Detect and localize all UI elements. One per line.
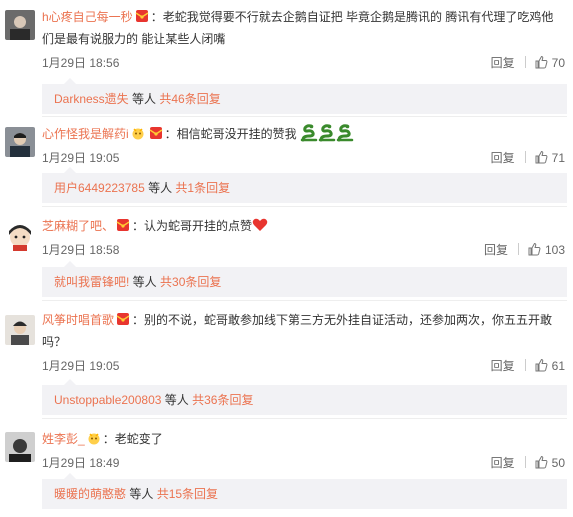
sub-replies-box[interactable]: 用户6449223785 等人 共1条回复 [42, 167, 567, 203]
comment-divider [42, 300, 567, 301]
comment-time: 1月29日 18:56 [42, 56, 120, 70]
avatar[interactable] [5, 221, 35, 251]
sub-reply-middle: 等人 [161, 393, 193, 407]
comment-body: 芝麻糊了吧、 ：认为蛇哥开挂的点赞 1月29日 18:58 回复 103 [42, 215, 565, 260]
comment-divider [42, 116, 567, 117]
reply-button[interactable]: 回复 [491, 453, 515, 473]
comment-time: 1月29日 19:05 [42, 359, 120, 373]
divider [524, 56, 526, 68]
thumbs-up-icon[interactable] [534, 358, 548, 372]
sub-reply-middle: 等人 [144, 181, 176, 195]
comment-actions: 回复 103 [484, 240, 565, 260]
pointer-triangle [64, 78, 76, 84]
comment-meta: 1月29日 18:58 回复 103 [42, 240, 565, 260]
sub-reply-username[interactable]: 暖暖的萌憨憨 [54, 487, 126, 501]
username-link[interactable]: 芝麻糊了吧、 [42, 219, 114, 233]
reply-button[interactable]: 回复 [491, 356, 515, 376]
like-count: 103 [544, 243, 565, 257]
comment-time: 1月29日 18:49 [42, 456, 120, 470]
sub-replies-box[interactable]: 就叫我雷锋吧! 等人 共30条回复 [42, 261, 567, 297]
comment-meta: 1月29日 18:49 回复 50 [42, 453, 565, 473]
sub-reply-total-link[interactable]: 共15条回复 [157, 487, 218, 501]
comment-text-line: 风筝时唱首歌 ：别的不说，蛇哥敢参加线下第三方无外挂自证活动，还参加两次，你五五开… [42, 309, 565, 353]
reply-button[interactable]: 回复 [491, 53, 515, 73]
comment-content: ：老蛇变了 [102, 432, 163, 446]
heart-emoji-icon [252, 217, 268, 231]
sub-reply-username[interactable]: Darkness遗失 [54, 92, 129, 106]
sub-reply-middle: 等人 [128, 92, 160, 106]
comment-actions: 回复 50 [491, 453, 565, 473]
divider [524, 456, 526, 468]
comment-body: h心疼自己每一秒 ：老蛇我觉得要不行就去企鹅自证把 毕竟企鹅是腾讯的 腾讯有代理了… [42, 6, 565, 73]
divider [517, 243, 519, 255]
avatar[interactable] [5, 432, 35, 462]
snake-emoji-icon [300, 124, 318, 142]
sub-reply-username[interactable]: Unstoppable200803 [54, 393, 161, 407]
sub-reply-username[interactable]: 就叫我雷锋吧! [54, 275, 129, 289]
snake-emoji-icon [318, 124, 336, 142]
pointer-triangle [64, 167, 76, 173]
sub-reply-total-link[interactable]: 共46条回复 [159, 92, 220, 106]
comment-divider [42, 206, 567, 207]
comment-text-line: 心作怪我是解药i ：相信蛇哥没开挂的赞我 [42, 123, 565, 145]
comment-actions: 回复 71 [491, 148, 565, 168]
comment-body: 心作怪我是解药i ：相信蛇哥没开挂的赞我 1月29日 19:05 回复 71 [42, 123, 565, 168]
comment-text-line: h心疼自己每一秒 ：老蛇我觉得要不行就去企鹅自证把 毕竟企鹅是腾讯的 腾讯有代理了… [42, 6, 565, 50]
sub-replies-box[interactable]: Darkness遗失 等人 共46条回复 [42, 78, 567, 114]
sub-reply-middle: 等人 [129, 275, 161, 289]
comment-body: 风筝时唱首歌 ：别的不说，蛇哥敢参加线下第三方无外挂自证活动，还参加两次，你五五开… [42, 309, 565, 376]
comment-meta: 1月29日 19:05 回复 61 [42, 356, 565, 376]
thumbs-up-icon[interactable] [534, 455, 548, 469]
avatar[interactable] [5, 315, 35, 345]
comment-time: 1月29日 19:05 [42, 151, 120, 165]
divider [524, 359, 526, 371]
sub-reply-middle: 等人 [126, 487, 157, 501]
username-link[interactable]: 姓李彭_ [42, 432, 85, 446]
pointer-triangle [64, 473, 76, 479]
username-link[interactable]: h心疼自己每一秒 [42, 10, 133, 24]
comment-content: ：相信蛇哥没开挂的赞我 [164, 127, 297, 141]
reply-button[interactable]: 回复 [491, 148, 515, 168]
fan-badge-icon [87, 430, 101, 445]
comment-time: 1月29日 18:58 [42, 243, 120, 257]
like-count: 70 [551, 56, 565, 70]
thumbs-up-icon[interactable] [527, 242, 541, 256]
red-envelope-badge-icon [135, 8, 149, 22]
username-link[interactable]: 心作怪我是解药i [42, 127, 129, 141]
comment-divider [42, 418, 567, 419]
like-count: 61 [551, 359, 565, 373]
pointer-triangle [64, 379, 76, 385]
avatar[interactable] [5, 127, 35, 157]
comment-meta: 1月29日 18:56 回复 70 [42, 53, 565, 73]
comment-text-line: 姓李彭_ ：老蛇变了 [42, 428, 565, 450]
thumbs-up-icon[interactable] [534, 55, 548, 69]
comment-content: ：认为蛇哥开挂的点赞 [132, 219, 253, 233]
pointer-triangle [64, 261, 76, 267]
red-envelope-badge-icon [116, 217, 130, 231]
reply-button[interactable]: 回复 [484, 240, 508, 260]
comment-meta: 1月29日 19:05 回复 71 [42, 148, 565, 168]
fan-badge-icon [131, 125, 145, 140]
sub-reply-total-link[interactable]: 共1条回复 [175, 181, 230, 195]
username-link[interactable]: 风筝时唱首歌 [42, 313, 114, 327]
sub-replies-box[interactable]: Unstoppable200803 等人 共36条回复 [42, 379, 567, 415]
red-envelope-badge-icon [116, 311, 130, 325]
comment-text-line: 芝麻糊了吧、 ：认为蛇哥开挂的点赞 [42, 215, 565, 237]
sub-reply-total-link[interactable]: 共30条回复 [160, 275, 221, 289]
like-count: 50 [551, 456, 565, 470]
red-envelope-badge-icon [149, 125, 163, 139]
avatar[interactable] [5, 10, 35, 40]
comment-actions: 回复 61 [491, 356, 565, 376]
comment-actions: 回复 70 [491, 53, 565, 73]
comment-body: 姓李彭_ ：老蛇变了 1月29日 18:49 回复 50 [42, 428, 565, 473]
sub-reply-username[interactable]: 用户6449223785 [54, 181, 145, 195]
sub-replies-box[interactable]: 暖暖的萌憨憨 等人 共15条回复 [42, 473, 567, 509]
sub-reply-total-link[interactable]: 共36条回复 [192, 393, 253, 407]
thumbs-up-icon[interactable] [534, 150, 548, 164]
snake-emoji-icon [336, 124, 354, 142]
divider [524, 151, 526, 163]
like-count: 71 [551, 151, 565, 165]
